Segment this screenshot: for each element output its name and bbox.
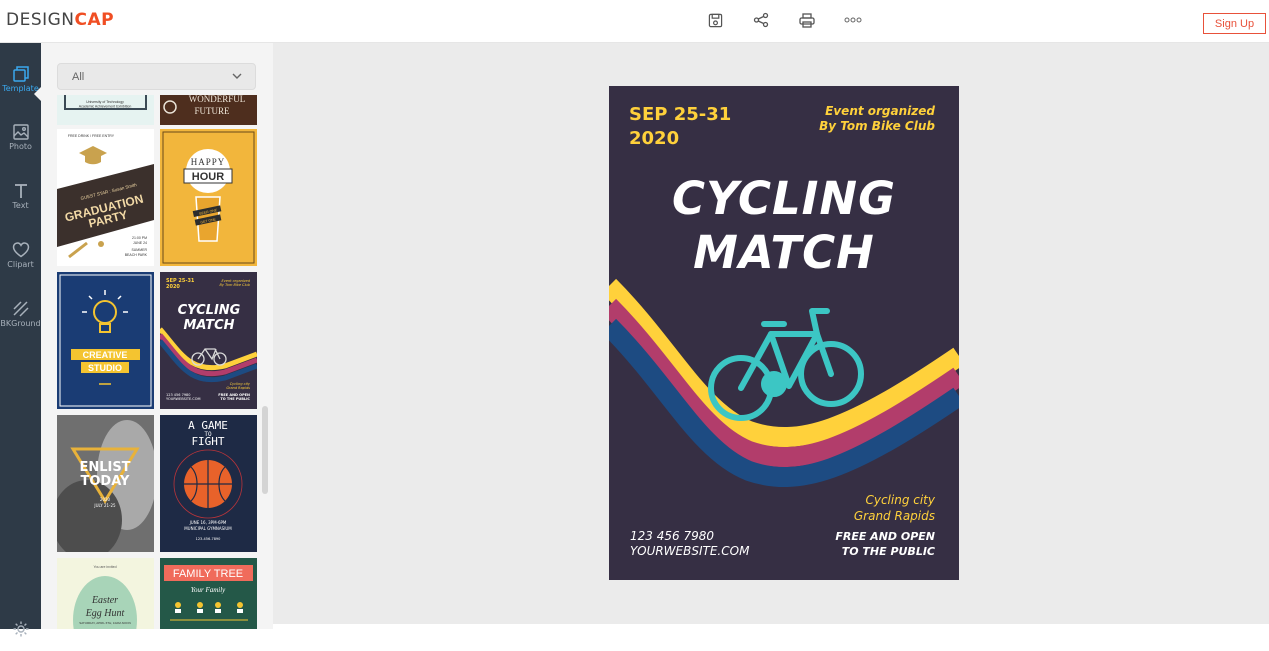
- thumb-text: TODAY: [81, 474, 131, 489]
- share-icon[interactable]: [749, 9, 773, 31]
- thumb-text: WONDERFUL: [189, 95, 246, 104]
- canvas-bottom-edge: [273, 624, 1269, 629]
- thumb-text: FUTURE: [194, 106, 230, 116]
- poster-organizer: Event organized By Tom Bike Club: [819, 104, 935, 134]
- poster-free-line1: FREE AND OPEN: [835, 530, 935, 543]
- print-icon[interactable]: [795, 9, 819, 31]
- text-icon: [14, 184, 27, 198]
- poster-phone: 123 456 7980: [630, 529, 714, 543]
- thumb-text: University of Technology: [86, 100, 124, 104]
- poster-city-line2: Grand Rapids: [853, 509, 935, 523]
- sidebar-item-label: Photo: [9, 142, 32, 151]
- sidebar-item-clipart[interactable]: Clipart: [0, 233, 41, 277]
- thumb-text: FREE DRINK / FREE ENTRY: [68, 134, 115, 138]
- thumb-text: HOUR: [192, 171, 224, 183]
- thumb-cycling-match[interactable]: SEP 25-31 2020 Event organized By Tom Bi…: [160, 272, 257, 409]
- poster-date-line1: SEP 25-31: [629, 104, 732, 125]
- thumb-graduation-party[interactable]: FREE DRINK / FREE ENTRY GUEST STAR : Sus…: [57, 129, 154, 266]
- thumb-text: CREATIVE: [83, 350, 128, 360]
- thumb-happy-hour[interactable]: HAPPY HOUR BEER ONE GET ONE: [160, 129, 257, 266]
- panel-scrollbar[interactable]: [262, 406, 268, 494]
- thumb-text: Grand Rapids: [226, 386, 250, 390]
- thumb-text: JUNE 24: [133, 241, 147, 245]
- thumb-text: HAPPY: [191, 157, 226, 167]
- top-bar: DESIGNCAP Sign Up: [0, 0, 1269, 43]
- left-sidebar: Template Photo Text Clipart BKGround: [0, 43, 41, 637]
- poster-city: Cycling city Grand Rapids: [854, 492, 935, 524]
- poster-title-line1: CYCLING: [671, 172, 897, 225]
- clipart-icon: [12, 242, 29, 258]
- poster-free-line2: TO THE PUBLIC: [841, 545, 935, 558]
- thumb-text: By Tom Bike Club: [220, 283, 251, 287]
- poster-date-line2: 2020: [629, 128, 680, 149]
- poster-title-line2: MATCH: [693, 226, 875, 279]
- poster-date: SEP 25-31 2020: [629, 103, 731, 151]
- poster-city-line1: Cycling city: [865, 493, 935, 507]
- thumb-enlist-today[interactable]: ENLIST TODAY 2020 JULY 21-25: [57, 415, 154, 552]
- sidebar-item-photo[interactable]: Photo: [0, 115, 41, 159]
- chevron-down-icon: [232, 73, 242, 79]
- template-panel: All University of Technology Academic Ac…: [41, 43, 273, 629]
- thumb-a-game-to-fight[interactable]: A GAME TO FIGHT JUNE 16, 3PM-6PM MUNICIP…: [160, 415, 257, 552]
- thumb-text: CYCLING: [178, 303, 241, 318]
- more-icon[interactable]: [841, 9, 865, 31]
- thumb-text: Academic Achievement Exhibition: [79, 105, 132, 109]
- thumb-text: JULY 21-25: [93, 503, 116, 508]
- thumb-family-tree[interactable]: FAMILY TREE Your Family: [160, 558, 257, 629]
- thumb-text: Egg Hunt: [85, 608, 125, 619]
- thumb-text: MATCH: [183, 318, 234, 333]
- thumb-text: SATURDAY, APRIL 6TH, 10AM-NOON: [79, 621, 131, 625]
- thumb-text: SUMMER: [131, 248, 147, 252]
- design-canvas: SEP 25-31 2020 Event organized By Tom Bi…: [273, 43, 1269, 629]
- sidebar-item-settings[interactable]: [0, 607, 41, 651]
- bicycle-icon: [708, 308, 864, 421]
- thumb-text: TO THE PUBLIC: [220, 397, 250, 401]
- poster-org-line1: Event organized: [825, 104, 935, 118]
- thumb-text: ENLIST: [79, 460, 130, 475]
- sidebar-item-label: Clipart: [7, 260, 34, 269]
- sidebar-item-label: BKGround: [0, 319, 41, 328]
- thumb-creative-studio[interactable]: CREATIVE STUDIO: [57, 272, 154, 409]
- active-indicator: [34, 87, 41, 101]
- thumb-text: You are invited: [93, 565, 116, 569]
- sign-up-button[interactable]: Sign Up: [1203, 13, 1266, 34]
- toolbar: [703, 9, 865, 31]
- thumb-text: YOURWEBSITE.COM: [166, 397, 201, 401]
- poster-website: YOURWEBSITE.COM: [630, 544, 750, 558]
- category-dropdown[interactable]: All: [57, 63, 256, 90]
- poster[interactable]: SEP 25-31 2020 Event organized By Tom Bi…: [609, 86, 959, 580]
- poster-admission: FREE AND OPEN TO THE PUBLIC: [835, 529, 935, 559]
- thumb-text: JUNE 16, 3PM-6PM: [189, 520, 227, 525]
- thumb-text: Easter: [91, 595, 118, 606]
- thumb-text: STUDIO: [88, 363, 122, 373]
- logo-text-design: DESIGN: [6, 10, 75, 30]
- category-dropdown-value: All: [72, 71, 85, 83]
- template-thumbnails: University of Technology Academic Achiev…: [57, 95, 257, 629]
- thumb-text: 21:00 PM: [132, 236, 147, 240]
- logo-text-cap: CAP: [74, 10, 115, 30]
- thumb-text: FAMILY TREE: [173, 568, 243, 580]
- thumb-text: BEACH PARK: [125, 253, 148, 257]
- sidebar-item-background[interactable]: BKGround: [0, 292, 41, 336]
- photo-icon: [12, 124, 29, 140]
- sidebar-item-label: Text: [12, 201, 29, 210]
- thumb-easter-egg-hunt[interactable]: You are invited Easter Egg Hunt SATURDAY…: [57, 558, 154, 629]
- settings-icon: [13, 621, 28, 637]
- thumb-text: 2020: [166, 284, 180, 290]
- poster-contact: 123 456 7980 YOURWEBSITE.COM: [630, 529, 749, 559]
- background-icon: [12, 301, 29, 317]
- thumb-text: Your Family: [191, 586, 226, 594]
- thumb-wonderful-future[interactable]: WONDERFUL FUTURE: [160, 95, 257, 125]
- save-icon[interactable]: [703, 9, 727, 31]
- poster-org-line2: By Tom Bike Club: [819, 119, 935, 133]
- thumb-text: 123-456-7890: [196, 537, 221, 541]
- designcap-logo[interactable]: DESIGNCAP: [6, 10, 114, 30]
- template-icon: [12, 66, 29, 82]
- sidebar-item-text[interactable]: Text: [0, 174, 41, 218]
- thumb-text: MUNICIPAL GYMNASIUM: [184, 526, 232, 531]
- thumb-text: FIGHT: [191, 435, 224, 448]
- thumb-graduation-exhibition[interactable]: University of Technology Academic Achiev…: [57, 95, 154, 125]
- thumb-text: 2020: [100, 497, 111, 502]
